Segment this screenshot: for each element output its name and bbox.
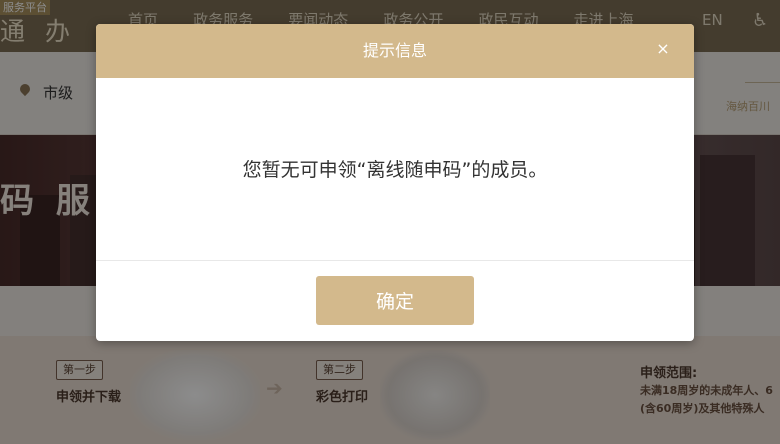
- dialog-message: 您暂无可申领“离线随申码”的成员。: [242, 159, 548, 181]
- confirm-button[interactable]: 确定: [316, 276, 474, 325]
- info-dialog: 提示信息 × 您暂无可申领“离线随申码”的成员。 确定: [96, 24, 694, 341]
- dialog-body: 您暂无可申领“离线随申码”的成员。: [96, 78, 694, 261]
- dialog-header: 提示信息 ×: [96, 24, 694, 78]
- dialog-title: 提示信息: [362, 41, 427, 60]
- close-icon[interactable]: ×: [652, 38, 674, 60]
